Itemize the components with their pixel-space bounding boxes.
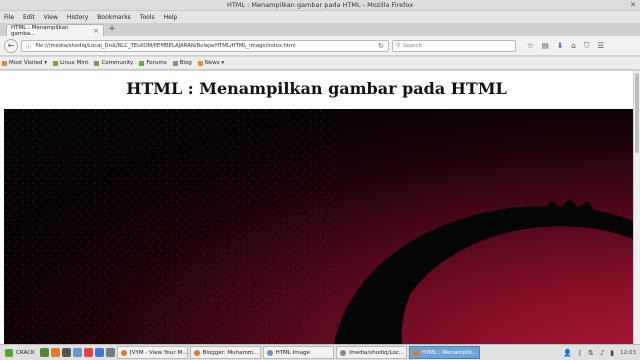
tab-label: HTML : Menampilkan gamba... — [11, 24, 69, 37]
app-launcher-icon[interactable] — [94, 348, 104, 357]
task-label: Blogger: Muhamm... — [202, 349, 259, 356]
menu-bookmarks[interactable]: Bookmarks — [97, 14, 131, 21]
page-content: HTML : Menampilkan gambar pada HTML — [0, 71, 633, 344]
bookmark-label: News ▾ — [204, 60, 225, 66]
window-titlebar: HTML : Menampilkan gambar pada HTML - Mo… — [0, 0, 640, 11]
bookmark-label: Community — [101, 60, 134, 66]
back-arrow-icon[interactable]: ← — [4, 38, 18, 53]
firefox-launcher-icon[interactable] — [50, 348, 60, 357]
page-heading: HTML : Menampilkan gambar pada HTML — [126, 79, 507, 98]
tab-current[interactable]: HTML : Menampilkan gamba... × — [6, 24, 104, 37]
rss-icon — [197, 60, 203, 66]
url-bar[interactable]: ⓘ file:///media/shodiq/Local_Disk/BLC_TE… — [21, 39, 389, 52]
task-label: HTML Image — [275, 349, 310, 356]
task-vym[interactable]: [VYM - View Your M... — [116, 346, 188, 359]
mint-icon — [52, 60, 58, 66]
window-title: HTML : Menampilkan gambar pada HTML - Mo… — [226, 1, 414, 9]
bookmarks-toolbar: Most Visited ▾ Linux Mint Community Foru… — [0, 57, 640, 70]
terminal-launcher-icon[interactable] — [61, 348, 71, 357]
bookmark-label: Forums — [146, 60, 167, 66]
library-icon[interactable]: ▤ — [542, 41, 549, 51]
download-icon[interactable]: ⬇ — [557, 41, 563, 51]
bookmark-label: Most Visited ▾ — [9, 60, 47, 66]
task-html-image[interactable]: HTML Image — [262, 346, 334, 359]
url-text: file:///media/shodiq/Local_Disk/BLC_TELK… — [35, 42, 296, 49]
page-scrollbar[interactable] — [633, 71, 640, 344]
bookmark-label: Linux Mint — [59, 60, 89, 66]
battery-icon[interactable]: ▮ — [610, 349, 614, 357]
window-close-icon[interactable]: ✕ — [630, 1, 636, 10]
search-icon: ⚲ — [396, 42, 401, 49]
menu-bar: File Edit View History Bookmarks Tools H… — [0, 11, 640, 23]
clock[interactable]: 12:03 — [620, 350, 636, 356]
pocket-icon[interactable]: ⛉ — [584, 41, 590, 51]
new-tab-button[interactable]: + — [106, 24, 118, 36]
bookmark-forums[interactable]: Forums — [139, 60, 167, 66]
task-label: [VYM - View Your M... — [129, 349, 188, 356]
mint-icon — [94, 60, 100, 66]
files-launcher-icon[interactable] — [72, 348, 82, 357]
hamburger-menu-icon[interactable]: ☰ — [598, 41, 605, 51]
network-icon[interactable]: ⇅ — [588, 349, 594, 357]
task-media-folder[interactable]: /media/shodiq/Loc... — [335, 346, 407, 359]
task-firefox-active[interactable]: HTML : Menampilk... — [408, 346, 480, 359]
system-tray: 👤 ᛒ ⇅ ♪ ▮ 12:03 — [563, 349, 640, 357]
task-label: HTML : Menampilk... — [421, 349, 478, 356]
navigation-bar: ← ⓘ file:///media/shodiq/Local_Disk/BLC_… — [0, 36, 640, 56]
firefox-icon — [412, 349, 419, 356]
show-desktop-icon[interactable] — [39, 348, 49, 357]
tab-close-icon[interactable]: × — [93, 27, 99, 35]
menu-edit[interactable]: Edit — [23, 14, 35, 21]
wallpaper-graphic — [4, 109, 633, 344]
editor-icon — [339, 349, 346, 356]
bookmark-linux-mint[interactable]: Linux Mint — [52, 60, 89, 66]
app-launcher-icon[interactable] — [83, 348, 93, 357]
taskbar: CRACK [VYM - View Your M... Blogger: Muh… — [0, 344, 640, 360]
bookmark-news[interactable]: News ▾ — [197, 60, 225, 66]
user-icon[interactable]: 👤 — [563, 349, 572, 357]
reload-icon[interactable]: ↻ — [378, 42, 384, 50]
task-blogger[interactable]: Blogger: Muhamm... — [189, 346, 261, 359]
bluetooth-icon[interactable]: ᛒ — [578, 349, 582, 357]
menu-view[interactable]: View — [44, 14, 58, 21]
menu-file[interactable]: File — [4, 14, 14, 21]
menu-tools[interactable]: Tools — [140, 14, 155, 21]
toolbar-icons: ☆ ▤ ⬇ ⌂ ⛉ ☰ — [527, 41, 604, 51]
mint-icon — [139, 60, 145, 66]
volume-icon[interactable]: ♪ — [600, 349, 604, 357]
start-menu-label: CRACK — [16, 349, 35, 356]
search-input[interactable]: ⚲ Search — [392, 39, 516, 52]
folder-icon — [2, 60, 7, 66]
bookmark-blog[interactable]: Blog — [172, 60, 192, 66]
tab-bar: HTML : Menampilkan gamba... × + — [0, 23, 640, 37]
bookmark-label: Blog — [179, 60, 192, 66]
page-image — [4, 109, 633, 344]
info-icon[interactable]: ⓘ — [26, 42, 31, 50]
home-icon[interactable]: ⌂ — [571, 41, 576, 51]
start-menu-button[interactable]: CRACK — [2, 348, 38, 357]
mint-icon — [172, 60, 178, 66]
search-placeholder: Search — [403, 42, 422, 49]
bookmark-star-icon[interactable]: ☆ — [527, 41, 534, 51]
app-icon — [193, 349, 200, 356]
app-launcher-icon[interactable] — [105, 348, 115, 357]
bookmark-community[interactable]: Community — [94, 60, 133, 66]
task-label: /media/shodiq/Loc... — [348, 349, 405, 356]
menu-history[interactable]: History — [67, 14, 88, 21]
menu-help[interactable]: Help — [164, 14, 178, 21]
mint-logo-icon — [5, 348, 13, 357]
bookmark-most-visited[interactable]: Most Visited ▾ — [2, 60, 47, 66]
folder-icon — [266, 349, 273, 356]
scrollbar-thumb[interactable] — [635, 73, 639, 153]
app-icon — [120, 349, 127, 356]
